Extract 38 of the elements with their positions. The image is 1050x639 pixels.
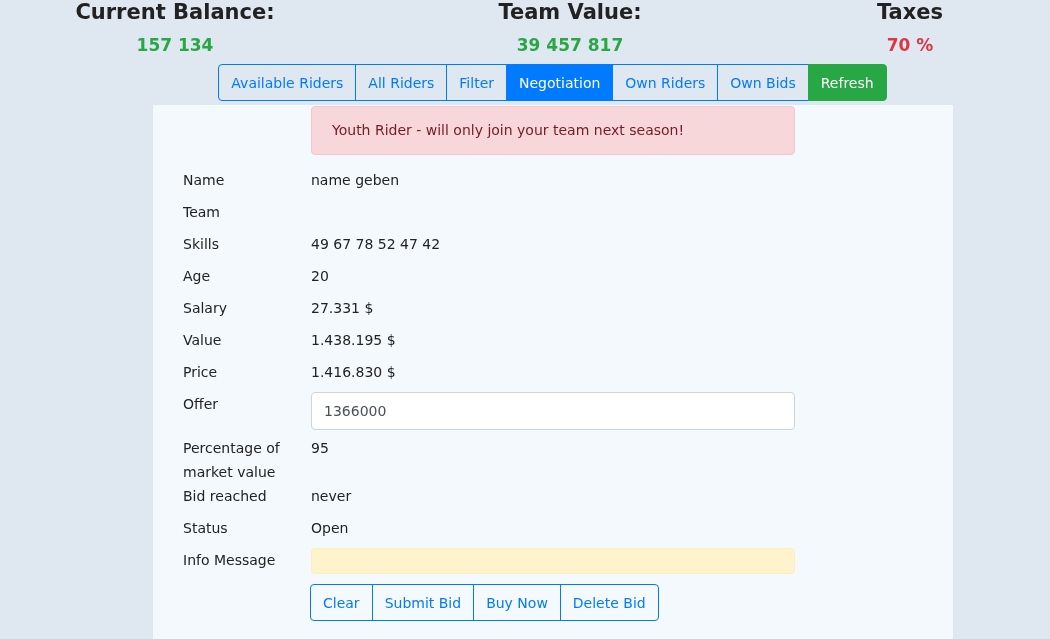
action-button[interactable]: Submit Bid <box>371 584 475 621</box>
field-label: Age <box>183 267 212 286</box>
nav-tab[interactable]: Available Riders <box>218 64 357 101</box>
nav-tab[interactable]: All Riders <box>355 64 448 101</box>
nav-tab[interactable]: Own Riders <box>612 64 719 101</box>
field-value: never <box>311 488 352 504</box>
field-label: Skills <box>183 235 220 254</box>
summary-value: 70 % <box>886 34 934 56</box>
summary-value: 39 457 817 <box>516 34 624 56</box>
field-value: 1.416.830 $ <box>311 364 396 380</box>
field-label: Info Message <box>183 551 277 570</box>
field-value: 27.331 $ <box>311 300 374 316</box>
field-label: Price <box>183 363 219 382</box>
field-label: Team <box>183 203 221 222</box>
alert-message: Youth Rider - will only join your team next season! <box>311 106 795 155</box>
offer-input[interactable]: 1366000 <box>311 392 795 430</box>
field-value: Open <box>311 520 349 536</box>
field-value: 20 <box>311 268 329 284</box>
summary-label: Current Balance: <box>75 0 275 24</box>
field-label: Salary <box>183 299 228 318</box>
field-label: Offer <box>183 395 220 414</box>
field-label: Value <box>183 331 223 350</box>
action-button[interactable]: Clear <box>310 584 373 621</box>
field-label: Status <box>183 519 229 538</box>
field-value: 95 <box>311 440 329 456</box>
field-value: 49 67 78 52 47 42 <box>311 236 441 252</box>
field-label: Bid reached <box>183 487 268 506</box>
summary-label: Taxes <box>876 0 944 24</box>
action-button[interactable]: Delete Bid <box>559 584 659 621</box>
refresh-button[interactable]: Refresh <box>807 64 887 101</box>
field-label: Name <box>183 171 226 190</box>
nav-tab[interactable]: Negotiation <box>506 64 614 101</box>
summary-label: Team Value: <box>498 0 642 24</box>
field-value: name geben <box>311 172 400 188</box>
field-label: Percentage of market value <box>183 439 281 482</box>
action-button[interactable]: Buy Now <box>473 584 561 621</box>
summary-value: 157 134 <box>136 34 214 56</box>
field-value: 1.438.195 $ <box>311 332 396 348</box>
